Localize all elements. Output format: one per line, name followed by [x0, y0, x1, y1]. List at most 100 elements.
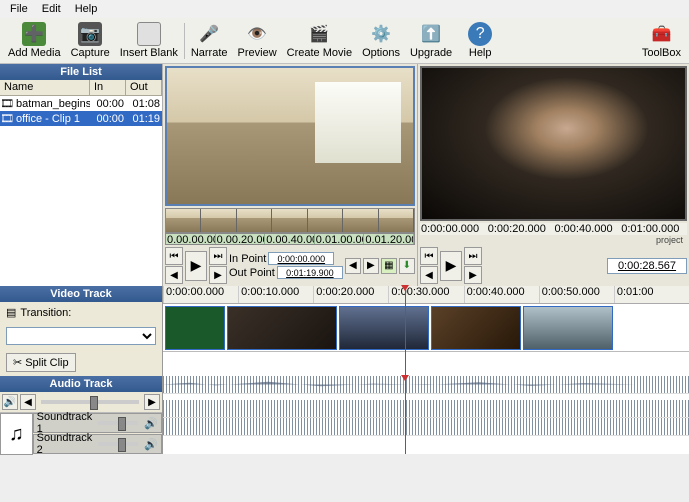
soundtrack-2-label: Soundtrack 2 [37, 432, 93, 456]
mark-in-button[interactable]: ◀ [345, 258, 361, 274]
mute-button[interactable]: 🔊 [2, 394, 18, 410]
soundtrack-row-1[interactable]: Soundtrack 1 🔊 [33, 413, 162, 433]
movie-step-fwd-button[interactable]: ▶ [464, 266, 482, 284]
movie-skip-end-button[interactable]: ⏭ [464, 247, 482, 265]
mark-out-button[interactable]: ▶ [363, 258, 379, 274]
narrate-button[interactable]: 🎤Narrate [187, 20, 232, 61]
step-fwd-button[interactable]: ▶ [209, 266, 227, 284]
clips-row[interactable] [163, 304, 689, 352]
toolbox-button[interactable]: 🧰ToolBox [638, 20, 685, 61]
gear-icon: ⚙️ [369, 22, 393, 46]
add-media-icon: ➕ [22, 22, 46, 46]
clip-thumb[interactable] [227, 306, 337, 350]
file-in: 00:00 [90, 113, 126, 125]
movie-skip-start-button[interactable]: ⏮ [420, 247, 438, 265]
menu-bar: File Edit Help [0, 0, 689, 18]
next-track-button[interactable]: ▶ [144, 394, 160, 410]
prev-track-button[interactable]: ◀ [20, 394, 36, 410]
file-in: 00:00 [90, 98, 126, 110]
menu-file[interactable]: File [4, 2, 34, 16]
soundtrack-row-2[interactable]: Soundtrack 2 🔊 [33, 434, 162, 454]
transition-text: Transition: [20, 307, 71, 319]
clip-preview-panel: 0.00.00.0000.00.20.0000.00.40.0000.01.00… [163, 64, 418, 286]
insert-blank-button[interactable]: Insert Blank [116, 20, 182, 61]
toolbox-icon: 🧰 [649, 22, 673, 46]
movie-position-field[interactable] [607, 258, 687, 274]
file-row[interactable]: 🎞 office - Clip 1 00:00 01:19 [0, 111, 162, 126]
soundtrack-2-volume[interactable] [98, 442, 138, 446]
menu-help[interactable]: Help [69, 2, 104, 16]
clip-icon: 🎞 [0, 97, 14, 110]
main-toolbar: ➕Add Media 📷Capture Insert Blank 🎤Narrat… [0, 18, 689, 64]
filmstrip[interactable] [165, 208, 415, 233]
audio-track-header: Audio Track [0, 376, 162, 392]
col-out[interactable]: Out [126, 80, 162, 95]
in-point-label: In Point [229, 253, 266, 265]
project-label: project [418, 235, 689, 245]
menu-edit[interactable]: Edit [36, 2, 67, 16]
eye-icon: 👁️ [245, 22, 269, 46]
in-point-field[interactable] [268, 252, 334, 265]
waveform-main[interactable] [163, 376, 689, 394]
movie-play-button[interactable]: ▶ [440, 251, 462, 281]
clip-transport: ⏮ ◀ ▶ ⏭ ▶ In Point Out Point ◀ ▶ ▦ ⬇ [163, 245, 417, 286]
out-point-field[interactable] [277, 266, 343, 279]
movie-transport: ⏮ ◀ ▶ ⏭ ▶ [418, 245, 689, 286]
video-track-section: Video Track ▤ Transition: ✂Split Clip 0:… [0, 286, 689, 376]
skip-end-button[interactable]: ⏭ [209, 247, 227, 265]
movie-preview-video[interactable] [420, 66, 687, 221]
capture-button[interactable]: 📷Capture [67, 20, 114, 61]
timeline-ruler[interactable]: 0:00:00.0000:00:10.0000:00:20.0000:00:30… [163, 286, 689, 304]
clip-preview-video[interactable] [165, 66, 415, 206]
camera-icon: 📷 [78, 22, 102, 46]
play-button[interactable]: ▶ [185, 251, 207, 281]
options-button[interactable]: ⚙️Options [358, 20, 404, 61]
file-out: 01:19 [126, 113, 162, 125]
upgrade-button[interactable]: ⬆️Upgrade [406, 20, 456, 61]
movie-preview-panel: 0:00:00.0000:00:20.0000:00:40.0000:01:00… [418, 64, 689, 286]
playhead[interactable] [405, 286, 406, 376]
video-timeline[interactable]: 0:00:00.0000:00:10.0000:00:20.0000:00:30… [163, 286, 689, 376]
clip-thumb[interactable] [339, 306, 429, 350]
volume-slider[interactable] [41, 400, 139, 404]
movie-timecodes: 0:00:00.0000:00:20.0000:00:40.0000:01:00… [420, 223, 687, 235]
insert-clip-button[interactable]: ⬇ [399, 258, 415, 274]
file-out: 01:08 [126, 98, 162, 110]
split-clip-button[interactable]: ✂Split Clip [6, 353, 76, 372]
file-list-panel: File List Name In Out 🎞 batman_begins_32… [0, 64, 163, 286]
step-back-button[interactable]: ◀ [165, 266, 183, 284]
waveform-track-2[interactable] [163, 418, 689, 436]
audio-timeline[interactable] [163, 376, 689, 454]
speaker-icon: 🔊 [144, 417, 158, 430]
audio-playhead[interactable] [405, 376, 406, 454]
col-in[interactable]: In [90, 80, 126, 95]
speaker-icon: 🔊 [144, 438, 158, 451]
video-track-header: Video Track [0, 286, 162, 302]
clip-icon: 🎞 [0, 112, 14, 125]
skip-start-button[interactable]: ⏮ [165, 247, 183, 265]
transition-select[interactable] [6, 327, 156, 345]
file-list-columns: Name In Out [0, 80, 162, 96]
soundtrack-1-volume[interactable] [98, 421, 138, 425]
clip-thumb[interactable] [431, 306, 521, 350]
transition-label: ▤ [6, 306, 16, 319]
clip-thumb[interactable] [165, 306, 225, 350]
help-icon: ? [468, 22, 492, 46]
create-movie-button[interactable]: 🎬Create Movie [283, 20, 356, 61]
add-media-button[interactable]: ➕Add Media [4, 20, 65, 61]
file-row[interactable]: 🎞 batman_begins_320... 00:00 01:08 [0, 96, 162, 111]
clip-thumb[interactable] [523, 306, 613, 350]
movie-step-back-button[interactable]: ◀ [420, 266, 438, 284]
preview-button[interactable]: 👁️Preview [234, 20, 281, 61]
clip-timecodes: 0.00.00.0000.00.20.0000.00.40.0000.01.00… [165, 233, 415, 245]
blank-icon [137, 22, 161, 46]
waveform-track-1[interactable] [163, 400, 689, 418]
help-button[interactable]: ?Help [458, 20, 502, 61]
file-list-header: File List [0, 64, 162, 80]
add-clip-button[interactable]: ▦ [381, 258, 397, 274]
movie-icon: 🎬 [307, 22, 331, 46]
file-list-body[interactable]: 🎞 batman_begins_320... 00:00 01:08 🎞 off… [0, 96, 162, 286]
out-point-label: Out Point [229, 267, 275, 279]
music-note-icon: ♫ [0, 413, 33, 455]
col-name[interactable]: Name [0, 80, 90, 95]
